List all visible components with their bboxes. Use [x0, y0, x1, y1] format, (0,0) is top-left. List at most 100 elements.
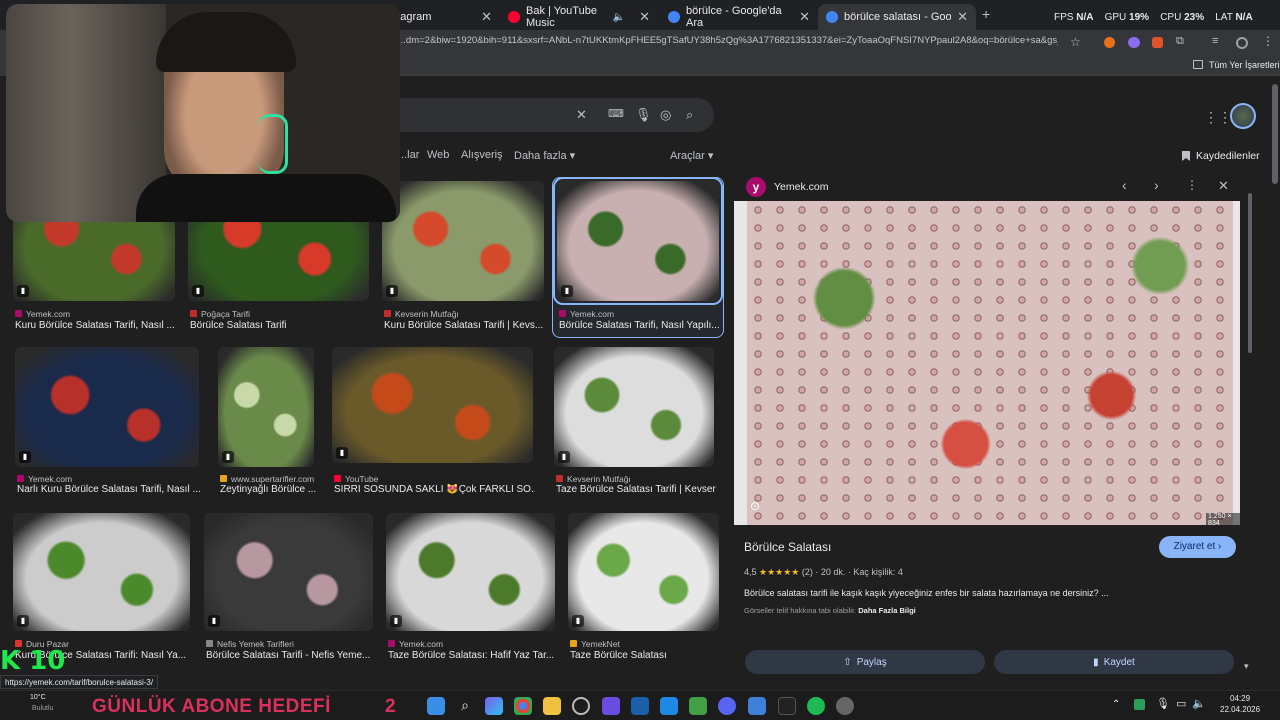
clock-date[interactable]: 22.04.2026: [1220, 705, 1260, 714]
result-title[interactable]: SIRRI SOSUNDA SAKLI 😻Çok FARKLI SO...: [334, 484, 535, 495]
tools-button[interactable]: Araçlar ▾: [670, 149, 713, 162]
more-info-link[interactable]: Daha Fazla Bilgi: [858, 606, 916, 615]
chrome-icon[interactable]: [514, 697, 532, 715]
tray-app-icon[interactable]: [1134, 699, 1145, 710]
result-image[interactable]: ▮: [386, 513, 555, 631]
lens-icon[interactable]: ⊙: [750, 499, 760, 513]
mic-icon[interactable]: 🎙: [635, 107, 652, 123]
all-bookmarks[interactable]: Tüm Yer İşaretleri: [1209, 60, 1280, 70]
close-icon[interactable]: ✕: [639, 9, 650, 25]
network-icon[interactable]: ▭: [1176, 697, 1186, 710]
extension-icon[interactable]: [1128, 37, 1140, 48]
tab-shopping[interactable]: Alışveriş: [461, 149, 503, 161]
copilot-icon[interactable]: [485, 697, 503, 715]
tab-more[interactable]: Daha fazla ▾: [514, 149, 575, 162]
result-source[interactable]: Poğaça Tarifi: [190, 309, 371, 319]
result-source[interactable]: YouTube: [334, 474, 535, 484]
close-icon[interactable]: ✕: [957, 9, 968, 25]
apps-grid-icon[interactable]: ⋮⋮: [1204, 109, 1232, 126]
result-image[interactable]: ▮: [568, 513, 719, 631]
save-button[interactable]: ▮ Kaydet: [994, 650, 1234, 674]
obs-icon[interactable]: [572, 697, 590, 715]
tab-web[interactable]: Web: [427, 149, 449, 161]
result-title[interactable]: Börülce Salatası Tarifi - Nefis Yeme...: [206, 650, 375, 661]
result-title[interactable]: Kuru Börülce Salatası Tarifi, Nasıl ...: [15, 320, 177, 331]
result-image[interactable]: ▮: [204, 513, 373, 631]
mic-icon[interactable]: 🎙: [1156, 697, 1170, 710]
close-icon[interactable]: ✕: [481, 9, 492, 25]
volume-icon[interactable]: 🔈: [1192, 697, 1206, 710]
windows-icon[interactable]: [427, 697, 445, 715]
result-image[interactable]: ▮: [332, 347, 533, 463]
url-field[interactable]: ...dm=2&biw=1920&bih=911&sxsrf=ANbL-n7tU…: [398, 35, 1058, 46]
result-image[interactable]: ▮: [13, 513, 190, 631]
panel-scrollbar[interactable]: [1248, 193, 1252, 353]
clock-time[interactable]: 04:29: [1230, 694, 1250, 703]
scroll-down-icon[interactable]: ▾: [1244, 661, 1249, 672]
extension-icon[interactable]: [1104, 37, 1115, 48]
app-icon[interactable]: [778, 697, 796, 715]
result-source[interactable]: Nefis Yemek Tarifleri: [206, 639, 375, 649]
bookmark-star-icon[interactable]: ☆: [1070, 35, 1081, 49]
discord-icon[interactable]: [718, 697, 736, 715]
result-title[interactable]: Börülce Salatası Tarifi, Nasıl Yapılı...: [559, 320, 721, 331]
avatar[interactable]: [1230, 103, 1256, 129]
result-image[interactable]: ▮: [554, 347, 714, 467]
main-image[interactable]: ⊙ 1.250 × 834: [734, 201, 1240, 525]
settings-icon[interactable]: [836, 697, 854, 715]
result-source[interactable]: Yemek.com: [17, 474, 201, 484]
saved-link[interactable]: Kaydedilenler: [1196, 150, 1260, 162]
share-button[interactable]: ⇧ Paylaş: [745, 650, 985, 674]
panel-site[interactable]: Yemek.com: [774, 181, 828, 193]
extension-icon[interactable]: [1152, 37, 1163, 48]
tab-youtube-music[interactable]: Bak | YouTube Music 🔈 ✕: [500, 4, 658, 30]
profile-icon[interactable]: [1236, 37, 1248, 49]
app-icon[interactable]: [660, 697, 678, 715]
result-image[interactable]: ▮: [382, 181, 544, 301]
tray-chevron-icon[interactable]: ⌃: [1112, 699, 1120, 710]
result-title[interactable]: Börülce Salatası Tarifi: [190, 320, 371, 331]
spotify-icon[interactable]: [807, 697, 825, 715]
app-icon[interactable]: [602, 697, 620, 715]
result-source[interactable]: YemekNet: [570, 639, 721, 649]
result-source[interactable]: Yemek.com: [388, 639, 557, 649]
result-source[interactable]: Kevserin Mutfağı: [384, 309, 546, 319]
page-scrollbar[interactable]: [1272, 84, 1278, 184]
tab-images[interactable]: ...lar: [398, 149, 419, 161]
result-source[interactable]: Kevserin Mutfağı: [556, 474, 716, 484]
next-icon[interactable]: ›: [1154, 177, 1159, 193]
menu-icon[interactable]: ⋮: [1262, 34, 1274, 48]
result-source[interactable]: Yemek.com: [15, 309, 177, 319]
app-icon[interactable]: [689, 697, 707, 715]
result-title[interactable]: Taze Börülce Salatası: Hafif Yaz Tar...: [388, 650, 557, 661]
result-image[interactable]: ▮: [15, 347, 199, 467]
mute-icon[interactable]: 🔈: [613, 12, 625, 23]
media-icon[interactable]: ≡: [1212, 35, 1218, 47]
search-box[interactable]: ✕ ⌨ 🎙 ◎ ⌕: [380, 98, 714, 132]
result-image[interactable]: ▮: [553, 177, 723, 305]
close-icon[interactable]: ✕: [799, 9, 810, 25]
keyboard-icon[interactable]: ⌨: [608, 107, 624, 120]
result-title[interactable]: Taze Börülce Salatası: [570, 650, 725, 661]
file-explorer-icon[interactable]: [543, 697, 561, 715]
result-title[interactable]: Kuru Börülce Salatası Tarifi | Kevs...: [384, 320, 546, 331]
result-source[interactable]: www.supertarifler.com: [220, 474, 316, 484]
steam-icon[interactable]: [631, 697, 649, 715]
more-icon[interactable]: ⋮: [1186, 178, 1198, 192]
result-title[interactable]: Narlı Kuru Börülce Salatası Tarifi, Nası…: [17, 484, 201, 495]
close-icon[interactable]: ✕: [1218, 178, 1229, 194]
result-image[interactable]: ▮: [218, 347, 314, 467]
result-title[interactable]: Taze Börülce Salatası Tarifi | Kevser...: [556, 484, 716, 495]
lens-icon[interactable]: ◎: [660, 107, 671, 123]
tab-borulce[interactable]: börülce - Google'da Ara ✕: [660, 4, 818, 30]
new-tab-button[interactable]: +: [982, 6, 990, 22]
visit-button[interactable]: Ziyaret et ›: [1159, 536, 1236, 558]
clear-icon[interactable]: ✕: [576, 107, 587, 123]
search-icon[interactable]: ⌕: [456, 697, 474, 715]
result-source[interactable]: Yemek.com: [559, 309, 721, 319]
prev-icon[interactable]: ‹: [1122, 177, 1127, 193]
puzzle-icon[interactable]: ⧉: [1176, 35, 1184, 48]
tab-borulce-salatasi[interactable]: börülce salatası - Google'da Ar... ✕: [818, 4, 976, 30]
app-icon[interactable]: [748, 697, 766, 715]
search-icon[interactable]: ⌕: [686, 107, 693, 123]
